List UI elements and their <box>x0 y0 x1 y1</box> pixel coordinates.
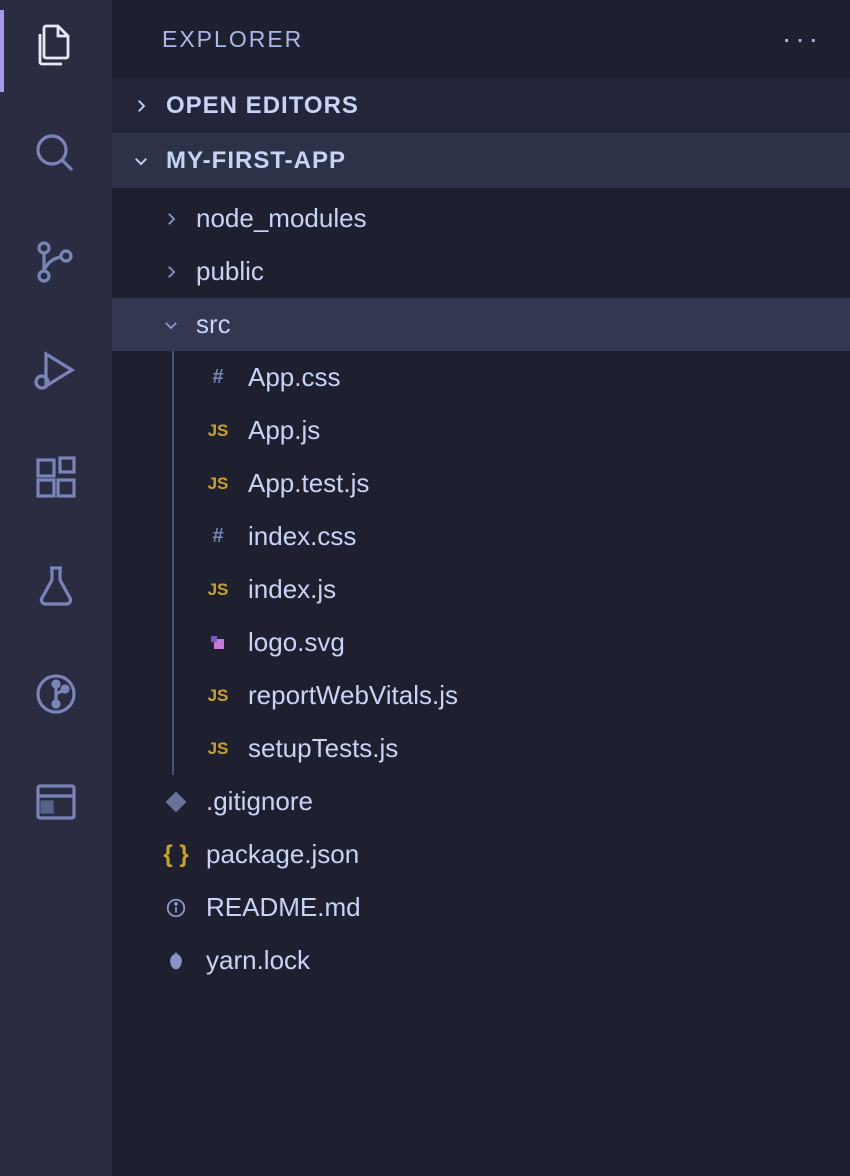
file-report-web-vitals[interactable]: JS reportWebVitals.js <box>112 669 850 722</box>
open-editors-section[interactable]: OPEN EDITORS <box>112 78 850 133</box>
run-debug-activity-icon[interactable] <box>28 342 84 398</box>
file-app-js[interactable]: JS App.js <box>112 404 850 457</box>
file-app-css[interactable]: # App.css <box>112 351 850 404</box>
file-label: yarn.lock <box>206 945 310 976</box>
info-file-icon <box>160 897 192 919</box>
file-logo-svg[interactable]: logo.svg <box>112 616 850 669</box>
json-file-icon: { } <box>160 841 192 869</box>
file-label: package.json <box>206 839 359 870</box>
activity-bar <box>0 0 112 1176</box>
css-file-icon: # <box>202 525 234 548</box>
file-label: reportWebVitals.js <box>248 680 458 711</box>
file-setup-tests[interactable]: JS setupTests.js <box>112 722 850 775</box>
search-activity-icon[interactable] <box>28 126 84 182</box>
file-label: App.test.js <box>248 468 369 499</box>
file-index-css[interactable]: # index.css <box>112 510 850 563</box>
chevron-down-icon <box>130 152 152 170</box>
explorer-activity-icon[interactable] <box>28 18 84 74</box>
folder-label: node_modules <box>196 203 367 234</box>
sidebar-header: EXPLORER ··· <box>112 0 850 78</box>
folder-label: public <box>196 256 264 287</box>
file-label: App.css <box>248 362 341 393</box>
file-label: index.js <box>248 574 336 605</box>
gitignore-file-icon <box>160 791 192 813</box>
project-section[interactable]: MY-FIRST-APP <box>112 133 850 188</box>
testing-activity-icon[interactable] <box>28 558 84 614</box>
project-name-label: MY-FIRST-APP <box>166 147 346 175</box>
js-file-icon: JS <box>202 474 234 494</box>
chevron-right-icon <box>160 263 182 281</box>
sidebar-title: EXPLORER <box>162 26 303 53</box>
chevron-down-icon <box>160 316 182 334</box>
file-package-json[interactable]: { } package.json <box>112 828 850 881</box>
css-file-icon: # <box>202 366 234 389</box>
file-label: App.js <box>248 415 320 446</box>
sidebar-more-icon[interactable]: ··· <box>782 23 822 55</box>
file-label: README.md <box>206 892 361 923</box>
svg-file-icon <box>202 633 234 653</box>
open-editors-label: OPEN EDITORS <box>166 92 359 120</box>
folder-label: src <box>196 309 231 340</box>
js-file-icon: JS <box>202 739 234 759</box>
git-graph-activity-icon[interactable] <box>28 666 84 722</box>
yarn-file-icon <box>160 951 192 971</box>
activity-active-indicator <box>0 10 4 92</box>
source-control-activity-icon[interactable] <box>28 234 84 290</box>
file-index-js[interactable]: JS index.js <box>112 563 850 616</box>
file-label: index.css <box>248 521 356 552</box>
remote-activity-icon[interactable] <box>28 774 84 830</box>
chevron-right-icon <box>160 210 182 228</box>
js-file-icon: JS <box>202 580 234 600</box>
folder-src[interactable]: src <box>112 298 850 351</box>
js-file-icon: JS <box>202 421 234 441</box>
file-tree: node_modules public src # App.css JS App… <box>112 188 850 987</box>
extensions-activity-icon[interactable] <box>28 450 84 506</box>
explorer-sidebar: EXPLORER ··· OPEN EDITORS MY-FIRST-APP n… <box>112 0 850 1176</box>
chevron-right-icon <box>130 97 152 115</box>
folder-node-modules[interactable]: node_modules <box>112 192 850 245</box>
folder-public[interactable]: public <box>112 245 850 298</box>
file-yarn-lock[interactable]: yarn.lock <box>112 934 850 987</box>
file-label: .gitignore <box>206 786 313 817</box>
js-file-icon: JS <box>202 686 234 706</box>
file-label: setupTests.js <box>248 733 398 764</box>
file-label: logo.svg <box>248 627 345 658</box>
file-gitignore[interactable]: .gitignore <box>112 775 850 828</box>
file-readme[interactable]: README.md <box>112 881 850 934</box>
file-app-test-js[interactable]: JS App.test.js <box>112 457 850 510</box>
